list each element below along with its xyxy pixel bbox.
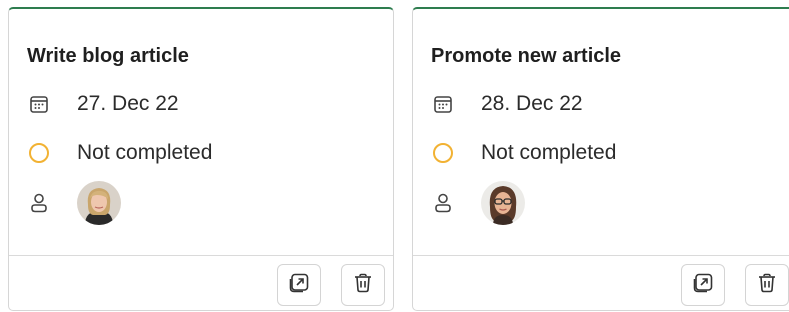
card-footer (9, 255, 393, 312)
status-label: Not completed (77, 141, 213, 164)
due-date: 28. Dec 22 (481, 92, 583, 115)
assignee-row (431, 181, 525, 225)
delete-button[interactable] (341, 264, 385, 306)
open-button[interactable] (277, 264, 321, 306)
assignee-row (27, 181, 121, 225)
status-row[interactable]: Not completed (431, 139, 616, 167)
avatar-woman-blonde[interactable] (77, 181, 121, 225)
open-button[interactable] (681, 264, 725, 306)
calendar-icon (431, 92, 455, 116)
due-date: 27. Dec 22 (77, 92, 179, 115)
trash-icon (756, 272, 778, 299)
delete-button[interactable] (745, 264, 789, 306)
card-footer (413, 255, 789, 312)
task-card[interactable]: Promote new article 28. Dec 22 Not compl… (412, 7, 789, 311)
status-label: Not completed (481, 141, 617, 164)
due-date-row: 27. Dec 22 (27, 91, 179, 117)
open-in-new-icon (288, 272, 310, 299)
open-in-new-icon (692, 272, 714, 299)
task-card[interactable]: Write blog article 27. Dec 22 Not comple… (8, 7, 394, 311)
task-board: Write blog article 27. Dec 22 Not comple… (0, 0, 789, 312)
calendar-icon (27, 92, 51, 116)
task-title[interactable]: Promote new article (431, 45, 621, 68)
person-icon (431, 191, 455, 215)
task-title[interactable]: Write blog article (27, 45, 189, 68)
due-date-row: 28. Dec 22 (431, 91, 583, 117)
avatar-woman-glasses[interactable] (481, 181, 525, 225)
status-row[interactable]: Not completed (27, 139, 212, 167)
trash-icon (352, 272, 374, 299)
status-circle-icon[interactable] (431, 141, 455, 165)
person-icon (27, 191, 51, 215)
status-circle-icon[interactable] (27, 141, 51, 165)
